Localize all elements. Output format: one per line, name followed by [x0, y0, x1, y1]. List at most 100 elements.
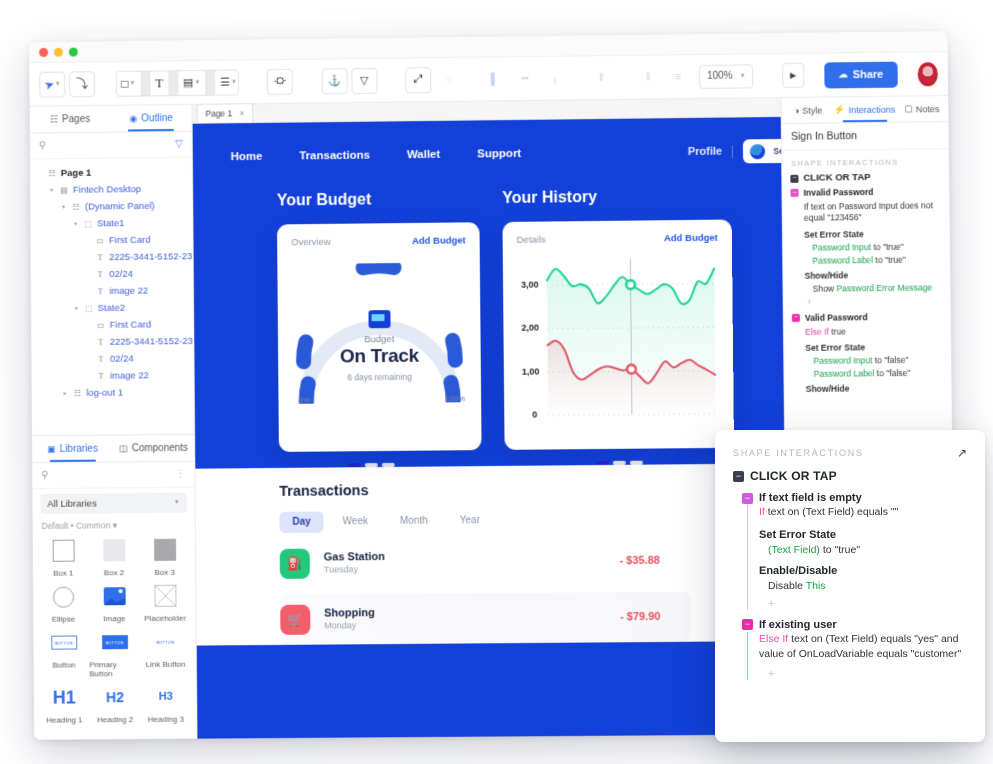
collapse-icon[interactable]: − [791, 189, 799, 197]
outline-node[interactable]: T 2225-3441-5152-2351 [31, 248, 193, 267]
send-button[interactable]: Send [743, 139, 787, 164]
collapse-icon[interactable]: − [792, 314, 800, 322]
twisty-icon[interactable]: ▾ [60, 204, 67, 211]
outline-node[interactable]: T 2225-3441-5152-2351 [31, 333, 193, 352]
collapse-icon[interactable]: − [742, 619, 753, 630]
close-window-button[interactable] [39, 47, 48, 56]
nav-link-profile[interactable]: Profile [688, 146, 722, 158]
popup-add-action-button[interactable]: + [759, 598, 967, 610]
twisty-icon[interactable]: ▾ [48, 187, 55, 194]
tab-notes[interactable]: ▢ Notes [895, 96, 948, 122]
interaction-case[interactable]: − CLICK OR TAP − Invalid Password If text on… [790, 171, 942, 307]
pagination-dot[interactable] [596, 461, 609, 465]
outline-node[interactable]: T 02/24 [31, 265, 193, 284]
avatar[interactable] [918, 62, 938, 86]
outline-node[interactable]: ▸ ☷ log-out 1 [32, 384, 194, 403]
library-item[interactable]: H3 Heading 3 [140, 682, 191, 724]
more-icon[interactable]: ⋮ [175, 469, 185, 480]
interaction-case[interactable]: − Valid Password Else If true Set Error Sta… [792, 311, 944, 394]
popup-case-row[interactable]: − If text field is empty [742, 492, 967, 504]
library-selector[interactable]: All Libraries ▼ [40, 493, 186, 514]
align-bottom-button[interactable]: ╷ [542, 65, 568, 91]
library-item[interactable]: Box 1 [38, 536, 89, 578]
dynamic-panel-tool-button[interactable]: ▤ ▼ [178, 70, 205, 94]
nav-link-home[interactable]: Home [231, 151, 263, 163]
collapse-icon[interactable]: − [742, 493, 753, 504]
popup-case[interactable]: − If text field is empty If text on (Text … [733, 492, 967, 610]
tab-day[interactable]: Day [279, 511, 323, 532]
library-item[interactable]: BUTTON Primary Button [89, 627, 140, 678]
add-budget-link[interactable]: Add Budget [664, 233, 718, 245]
library-item[interactable]: BUTTON Button [38, 627, 89, 678]
library-item[interactable]: Box 3 [139, 535, 190, 577]
tab-style[interactable]: ◑ Style [781, 97, 834, 123]
fit-tool-button[interactable]: ⛮ [267, 68, 293, 94]
tab-outline[interactable]: ◉ Outline [110, 105, 191, 132]
outline-node[interactable]: T 02/24 [31, 350, 193, 369]
repeater-tool-button[interactable]: ☰ ▼ [215, 70, 239, 94]
popup-case-row[interactable]: − If existing user [742, 619, 967, 631]
collapse-icon[interactable]: − [733, 471, 744, 482]
rectangle-tool-button[interactable]: □ ▼ [116, 71, 140, 95]
share-button[interactable]: ☁ Share [824, 61, 897, 88]
pagination-dot[interactable] [613, 461, 626, 465]
nav-link-support[interactable]: Support [477, 148, 521, 160]
twisty-icon[interactable]: ▸ [61, 390, 68, 397]
align-left-button[interactable]: ▌ [482, 66, 508, 92]
outline-search-row[interactable]: ⚲ ▽ [30, 132, 192, 160]
case-row[interactable]: − Valid Password [792, 311, 943, 323]
text-tool-button[interactable]: T [150, 71, 168, 95]
zoom-selector[interactable]: 100% ▼ [699, 64, 754, 89]
transaction-row[interactable]: 🛒 Shopping Monday - $79.90 [280, 591, 691, 644]
open-external-icon[interactable]: ↗ [957, 446, 967, 460]
distribute-h-button[interactable]: ‖ [588, 65, 614, 91]
outline-node[interactable]: ▭ First Card [31, 316, 193, 335]
popup-case[interactable]: − If existing user Else If text on (Text F… [733, 619, 967, 680]
maximize-window-button[interactable] [69, 47, 78, 56]
tab-components[interactable]: ◫ Components [113, 435, 194, 462]
library-item[interactable]: H1 Heading 1 [39, 682, 90, 724]
library-item[interactable]: Box 2 [88, 535, 139, 577]
tab-interactions[interactable]: ⚡ Interactions [834, 97, 895, 123]
twisty-icon[interactable]: ▾ [73, 305, 80, 312]
add-action-button[interactable]: + [792, 295, 943, 307]
popup-add-action-button[interactable]: + [759, 668, 967, 680]
twisty-icon[interactable]: ▾ [72, 221, 79, 228]
align-center-button[interactable]: ━ [512, 65, 538, 91]
close-icon[interactable]: × [239, 108, 244, 118]
library-item[interactable]: H2 Heading 2 [89, 682, 140, 724]
pagination-dot[interactable] [630, 461, 643, 465]
case-row[interactable]: − Invalid Password [790, 186, 941, 198]
outline-tree[interactable]: ☷ Page 1 ▾ ▤ Fintech Desktop ▾ ☷ (Dynamic Panel… [30, 158, 194, 436]
outline-node[interactable]: ☷ Page 1 [30, 164, 192, 183]
library-item[interactable]: Ellipse [38, 581, 89, 623]
transaction-row[interactable]: ⛽ Gas Station Tuesday - $35.88 [280, 535, 691, 588]
outline-node[interactable]: Timage 22 [31, 282, 193, 301]
outline-node[interactable]: ▭ First Card [31, 231, 193, 250]
library-search-row[interactable]: ⚲ ⋮ [32, 462, 194, 489]
tab-pages[interactable]: ☷ Pages [30, 106, 111, 133]
tab-year[interactable]: Year [447, 510, 493, 531]
tab-week[interactable]: Week [330, 511, 381, 532]
pagination-dot[interactable] [347, 463, 360, 467]
tab-libraries[interactable]: ▣ Libraries [32, 436, 113, 463]
event-row[interactable]: − CLICK OR TAP [790, 171, 941, 184]
pagination-dot[interactable] [364, 463, 377, 467]
distribute-h2-button[interactable]: ‖ [635, 64, 661, 90]
canvas-tab-page-1[interactable]: Page 1 × [196, 103, 253, 123]
collapse-icon[interactable]: − [790, 174, 798, 182]
outline-node[interactable]: ▾ ▤ Fintech Desktop [30, 181, 192, 200]
library-item[interactable]: BUTTON Link Button [140, 627, 191, 678]
filter-tool-button[interactable]: ▽ [351, 67, 377, 93]
interactions-popup[interactable]: SHAPE INTERACTIONS ↗ − CLICK OR TAP − If … [715, 430, 985, 742]
add-budget-link[interactable]: Add Budget [412, 235, 466, 247]
popup-event-row[interactable]: − CLICK OR TAP [733, 469, 967, 483]
outline-node[interactable]: ▾ ☷ (Dynamic Panel) [30, 197, 192, 216]
distribute-v-button[interactable]: ≡ [665, 64, 691, 90]
outline-node[interactable]: ▾ ⬚ State2 [31, 299, 193, 318]
filter-icon[interactable]: ▽ [175, 139, 183, 150]
library-item[interactable]: Placeholder [139, 581, 190, 623]
outline-node[interactable]: ▾ ⬚ State1 [30, 214, 192, 233]
preview-button[interactable]: ▶ [782, 63, 804, 88]
nav-link-wallet[interactable]: Wallet [407, 149, 440, 161]
